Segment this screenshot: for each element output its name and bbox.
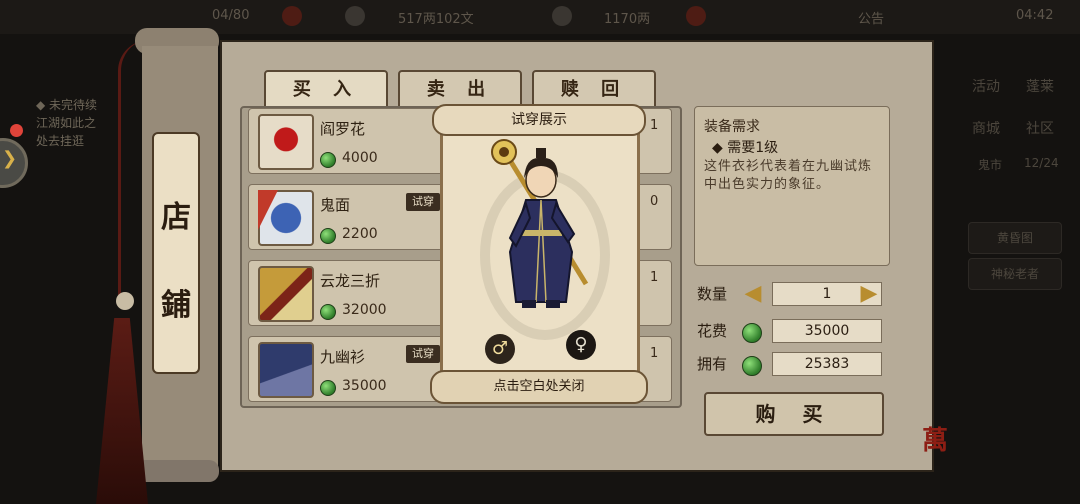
ingot-icon [552, 6, 572, 26]
row-fragment: 1 [650, 270, 659, 285]
menu-ghost-market[interactable]: 鬼市 [978, 156, 1002, 173]
item-price: 2200 [342, 226, 378, 242]
book-icon [258, 266, 314, 322]
side-task-button-1[interactable]: 黄昏图 [968, 222, 1062, 254]
jade-coin-icon [742, 323, 762, 343]
menu-mall[interactable]: 商城 [972, 118, 1000, 138]
increase-quantity-button[interactable]: ▶ [858, 281, 880, 307]
try-on-button[interactable]: 试穿 [406, 193, 440, 211]
chevron-right-icon: ❯ [2, 148, 18, 169]
item-price: 32000 [342, 302, 387, 318]
item-name: 云龙三折 [320, 272, 381, 290]
details-title: 装备需求 [704, 119, 760, 135]
menu-penglai[interactable]: 蓬莱 [1026, 76, 1054, 96]
popup-close-hint[interactable]: 点击空白处关闭 [430, 370, 648, 404]
item-name: 九幽衫 [320, 348, 366, 366]
top-stat-3: 1170两 [604, 12, 651, 27]
details-description: 这件衣衫代表着在九幽试炼中出色实力的象征。 [704, 159, 873, 192]
scroll-rod-bottom [135, 460, 219, 482]
row-fragment: 0 [650, 194, 659, 209]
decrease-quantity-button[interactable]: ◀ [742, 281, 764, 307]
male-gender-button[interactable]: ♂ [485, 334, 515, 364]
item-name: 阎罗花 [320, 120, 366, 138]
character-figure [491, 139, 589, 308]
female-gender-button[interactable]: ♀ [566, 330, 596, 360]
cost-value: 35000 [772, 319, 882, 343]
popup-title: 试穿展示 [432, 104, 646, 136]
shop-sign [152, 132, 200, 374]
shop-sign-char-1: 店 [161, 200, 191, 235]
try-on-button[interactable]: 试穿 [406, 345, 440, 363]
item-price: 35000 [342, 378, 387, 394]
notice-button[interactable]: 公告 [858, 8, 884, 27]
menu-activity[interactable]: 活动 [972, 76, 1000, 96]
currency-icon [282, 6, 302, 26]
item-price: 4000 [342, 150, 378, 166]
jade-coin-icon [742, 356, 762, 376]
red-flower-icon [258, 114, 314, 170]
jade-coin-icon [320, 380, 336, 396]
menu-counter: 12/24 [1024, 156, 1059, 170]
notification-dot [10, 124, 23, 137]
clock: 04:42 [1016, 8, 1054, 23]
jade-bead [116, 292, 134, 310]
row-fragment: 1 [650, 346, 659, 361]
menu-community[interactable]: 社区 [1026, 118, 1054, 138]
jade-coin-icon [320, 228, 336, 244]
shop-sign-char-2: 鋪 [161, 288, 191, 323]
owned-value: 25383 [772, 352, 882, 376]
quantity-label: 数量 [697, 285, 728, 303]
jade-coin-icon [320, 304, 336, 320]
top-stat-1: 04/80 [212, 8, 250, 23]
details-requirement: ◆ 需要1级 [712, 140, 779, 156]
red-emblem-icon [686, 6, 706, 26]
skull-icon [345, 6, 365, 26]
red-tassel [96, 318, 148, 504]
seal-stamp-icon: 萬 [922, 426, 949, 456]
row-fragment: 1 [650, 118, 659, 133]
tab-buy[interactable]: 买 入 [264, 70, 388, 110]
item-name: 鬼面 [320, 196, 351, 214]
side-task-button-2[interactable]: 神秘老者 [968, 258, 1062, 290]
cost-label: 花费 [697, 322, 728, 340]
buy-button[interactable]: 购 买 [704, 392, 884, 436]
top-stat-2: 517两102文 [398, 12, 474, 27]
jade-coin-icon [320, 152, 336, 168]
owned-label: 拥有 [697, 355, 728, 373]
robe-icon [258, 342, 314, 398]
